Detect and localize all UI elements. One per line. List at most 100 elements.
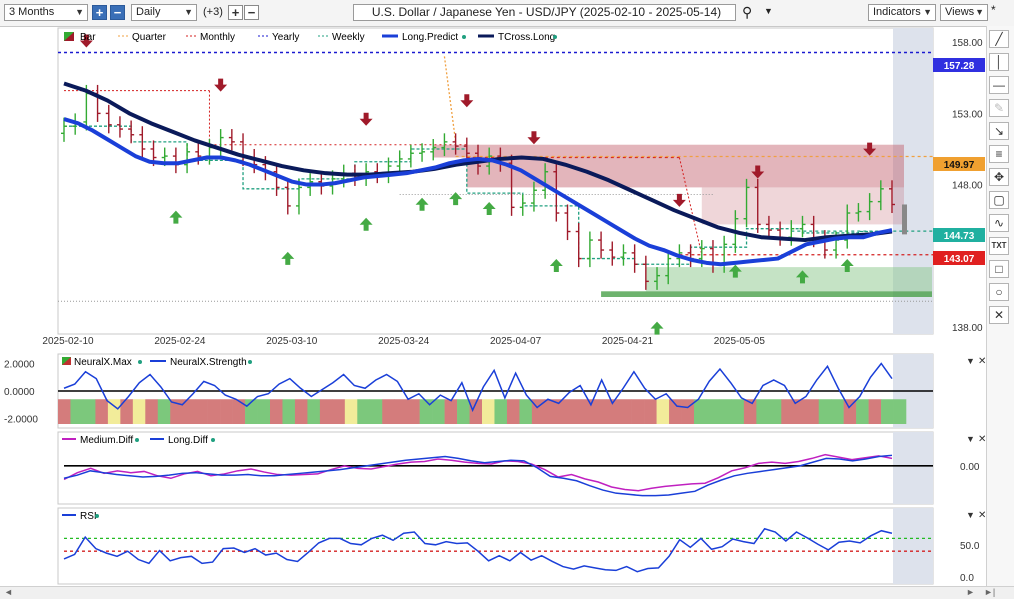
neural-band <box>768 399 782 424</box>
quarter-badge-label: 149.97 <box>944 160 975 171</box>
chevron-down-icon: ▼ <box>975 7 984 17</box>
rsi-close-icon[interactable]: ✕ <box>978 510 986 521</box>
views-label: Views <box>945 6 975 18</box>
horizontal-line-icon[interactable]: — <box>989 76 1009 94</box>
neural-band <box>631 399 645 424</box>
neural-band <box>893 399 907 424</box>
ellipse-tool-icon[interactable]: ○ <box>989 283 1009 301</box>
neural-band <box>656 399 670 424</box>
neural-tick-label: 0.0000 <box>4 387 35 398</box>
chevron-down-icon: ▼ <box>75 7 84 17</box>
symbol-title[interactable]: U.S. Dollar / Japanese Yen - USD/JPY (20… <box>353 4 736 21</box>
pencil-tool-icon[interactable]: ✎ <box>989 99 1009 117</box>
legend-long-predict: Long.Predict <box>402 32 458 43</box>
neural-band <box>619 399 632 424</box>
rsi-collapse-icon[interactable]: ▼ <box>966 510 975 520</box>
neural-band <box>544 399 558 424</box>
scroll-end-icon[interactable]: ►| <box>984 587 995 597</box>
neural-band <box>220 399 233 424</box>
views-button[interactable]: Views ▼ <box>940 4 988 21</box>
price-tick-label: 138.00 <box>952 323 983 334</box>
scroll-left-icon[interactable]: ◄ <box>4 587 13 597</box>
legend-tcross-long: TCross.Long <box>498 32 555 43</box>
support-zone <box>645 267 932 292</box>
price-tick-label: 153.00 <box>952 109 983 120</box>
neural-band <box>307 399 321 424</box>
pitchfork-icon[interactable]: ↘ <box>989 122 1009 140</box>
diff-close-icon[interactable]: ✕ <box>978 434 986 445</box>
neural-band <box>257 399 271 424</box>
date-tick-label: 2025-04-21 <box>602 336 654 347</box>
legend-bar: Bar <box>80 32 96 43</box>
neural-band <box>581 399 595 424</box>
neural-band <box>831 399 844 424</box>
line-tool-icon[interactable]: ╱ <box>989 30 1009 48</box>
add-button[interactable]: + <box>228 5 243 20</box>
fibonacci-icon[interactable]: ≡ <box>989 145 1009 163</box>
neural-band <box>781 399 795 424</box>
neural-band <box>232 399 246 424</box>
diff-collapse-icon[interactable]: ▼ <box>966 434 975 444</box>
chevron-down-icon[interactable]: ▼ <box>764 6 773 16</box>
yearly-badge-label: 157.28 <box>944 61 975 72</box>
neural-band <box>270 399 283 424</box>
neural-band <box>694 399 707 424</box>
predict-badge-label: 144.73 <box>944 231 975 242</box>
legend-neural-strength: NeuralX.Strength <box>170 357 247 368</box>
neural-band <box>644 399 657 424</box>
legend-long-diff: Long.Diff <box>168 435 208 446</box>
legend-dot <box>462 35 466 39</box>
date-tick-label: 2025-04-07 <box>490 336 542 347</box>
scroll-right-icon[interactable]: ► <box>966 587 975 597</box>
remove-button[interactable]: − <box>244 5 259 20</box>
neural-close-icon[interactable]: ✕ <box>978 356 986 367</box>
extra-count: (+3) <box>203 6 223 18</box>
neural-band <box>856 399 869 424</box>
neural-band <box>669 399 682 424</box>
date-tick-label: 2025-03-10 <box>266 336 318 347</box>
settings-star[interactable]: * <box>991 3 996 17</box>
comment-icon[interactable]: ▢ <box>989 191 1009 209</box>
range-value: 3 Months <box>9 6 55 18</box>
neural-band <box>82 399 96 424</box>
legend-monthly: Monthly <box>200 32 235 43</box>
text-tool-icon[interactable]: TXT <box>989 237 1009 255</box>
rsi-tick-label: 0.0 <box>960 573 974 584</box>
legend-weekly: Weekly <box>332 32 365 43</box>
legend-dot <box>211 438 215 442</box>
diff-future-zone <box>893 432 933 504</box>
wave-icon[interactable]: ∿ <box>989 214 1009 232</box>
horizontal-scrollbar[interactable]: ◄ ► ►| <box>0 586 1014 599</box>
indicators-button[interactable]: Indicators ▼ <box>868 4 936 21</box>
price-tick-label: 158.00 <box>952 38 983 49</box>
zoom-out-button[interactable]: − <box>110 5 125 20</box>
neural-band <box>394 399 408 424</box>
range-select[interactable]: 3 Months ▼ <box>4 4 88 21</box>
search-icon[interactable]: ⚲ <box>742 4 752 21</box>
neural-band <box>145 399 159 424</box>
neural-band <box>506 399 520 424</box>
neural-band <box>569 399 583 424</box>
chevron-down-icon: ▼ <box>184 7 193 17</box>
neural-tick-label: 2.0000 <box>4 360 35 371</box>
neural-band <box>344 399 358 424</box>
legend-dot <box>138 360 142 364</box>
zoom-in-button[interactable]: + <box>92 5 107 20</box>
rsi-panel-frame <box>57 507 934 585</box>
segment-tool-icon[interactable]: │ <box>989 53 1009 71</box>
rectangle-tool-icon[interactable]: □ <box>989 260 1009 278</box>
delete-tool-icon[interactable]: ✕ <box>989 306 1009 324</box>
neural-band <box>881 399 894 424</box>
neural-band <box>132 399 146 424</box>
neural-band <box>195 399 208 424</box>
interval-select[interactable]: Daily ▼ <box>131 4 197 21</box>
neural-collapse-icon[interactable]: ▼ <box>966 356 975 366</box>
neural-band <box>706 399 720 424</box>
legend-yearly: Yearly <box>272 32 299 43</box>
crosshair-icon[interactable]: ✥ <box>989 168 1009 186</box>
chart-area: 138.00143.00148.00153.00158.002025-02-10… <box>4 27 986 585</box>
neural-band <box>594 399 608 424</box>
neural-band <box>457 399 470 424</box>
support-line <box>601 291 932 297</box>
neural-band <box>294 399 308 424</box>
